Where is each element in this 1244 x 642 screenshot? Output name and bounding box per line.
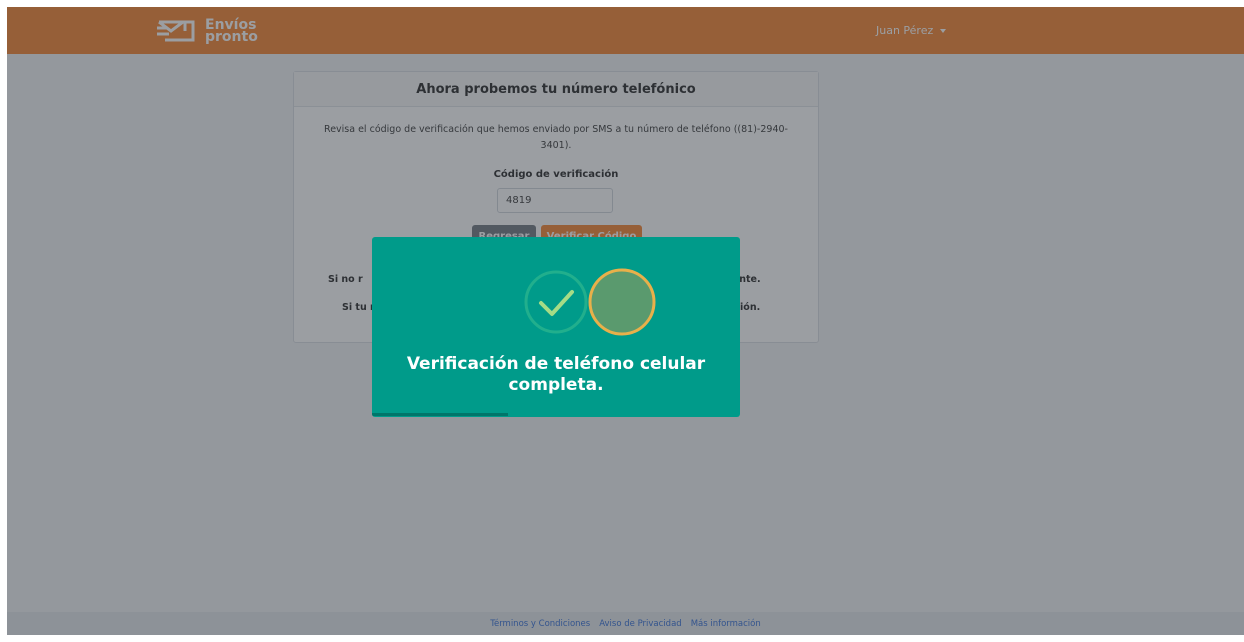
- toast-message: Verificación de teléfono celular complet…: [406, 354, 706, 395]
- success-check-icon: [524, 270, 588, 334]
- app-window: Envíos pronto Juan Pérez Ahora probemos …: [7, 7, 1244, 635]
- check-mark-icon: [539, 290, 574, 316]
- success-toast: Verificación de teléfono celular complet…: [372, 237, 740, 417]
- toast-icons: [524, 268, 656, 336]
- toast-timer-progress: [372, 413, 509, 416]
- status-circle-icon: [588, 268, 656, 336]
